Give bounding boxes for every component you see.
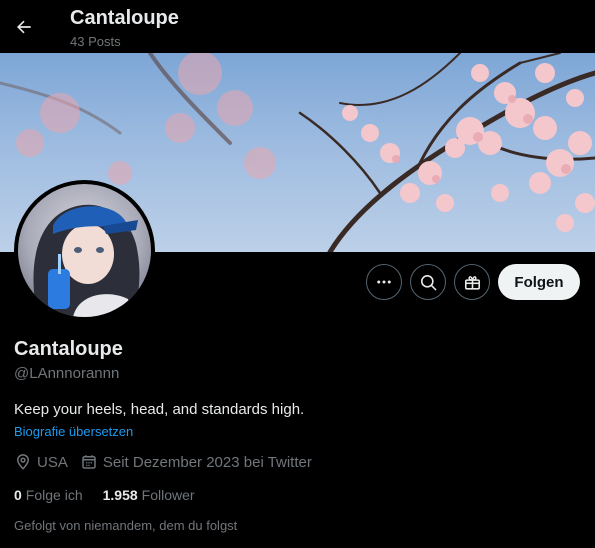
location-item: USA — [14, 453, 68, 471]
followers-link[interactable]: 1.958 Follower — [103, 487, 195, 503]
post-count: 43 Posts — [70, 34, 121, 49]
location-pin-icon — [16, 454, 30, 470]
following-label: Folge ich — [25, 487, 83, 503]
subscribe-button[interactable] — [454, 264, 490, 300]
header-title-group: Cantaloupe 43 Posts — [70, 6, 179, 51]
calendar-icon — [82, 455, 96, 469]
search-profile-button[interactable] — [410, 264, 446, 300]
header-title: Cantaloupe — [70, 7, 179, 29]
profile-avatar[interactable] — [14, 180, 155, 321]
more-horizontal-icon — [377, 280, 391, 284]
followed-by-text: Gefolgt von niemandem, dem du folgst — [14, 518, 238, 533]
search-icon — [420, 274, 436, 290]
joined-item: Seit Dezember 2023 bei Twitter — [80, 453, 312, 471]
followers-label: Follower — [141, 487, 195, 503]
user-handle: @LAnnnorannn — [14, 365, 120, 382]
followers-count: 1.958 — [102, 487, 138, 503]
follow-button[interactable]: Folgen — [498, 264, 580, 300]
top-bar: Cantaloupe 43 Posts — [0, 0, 595, 53]
gift-icon — [464, 275, 480, 290]
follow-stats: 0 Folge ich 1.958 Follower — [14, 487, 215, 503]
joined-text: Seit Dezember 2023 bei Twitter — [102, 453, 312, 471]
more-button[interactable] — [366, 264, 402, 300]
following-link[interactable]: 0 Folge ich — [14, 487, 83, 503]
arrow-left-icon — [17, 20, 31, 34]
translate-bio-link[interactable]: Biografie übersetzen — [14, 424, 133, 439]
profile-bio: Keep your heels, head, and standards hig… — [14, 401, 305, 418]
following-count: 0 — [14, 487, 22, 503]
profile-meta: USA Seit Dezember 2023 bei Twitter — [14, 453, 324, 471]
display-name: Cantaloupe — [14, 338, 123, 360]
avatar-image — [18, 184, 151, 317]
back-button[interactable] — [8, 11, 40, 43]
location-text: USA — [37, 453, 68, 471]
